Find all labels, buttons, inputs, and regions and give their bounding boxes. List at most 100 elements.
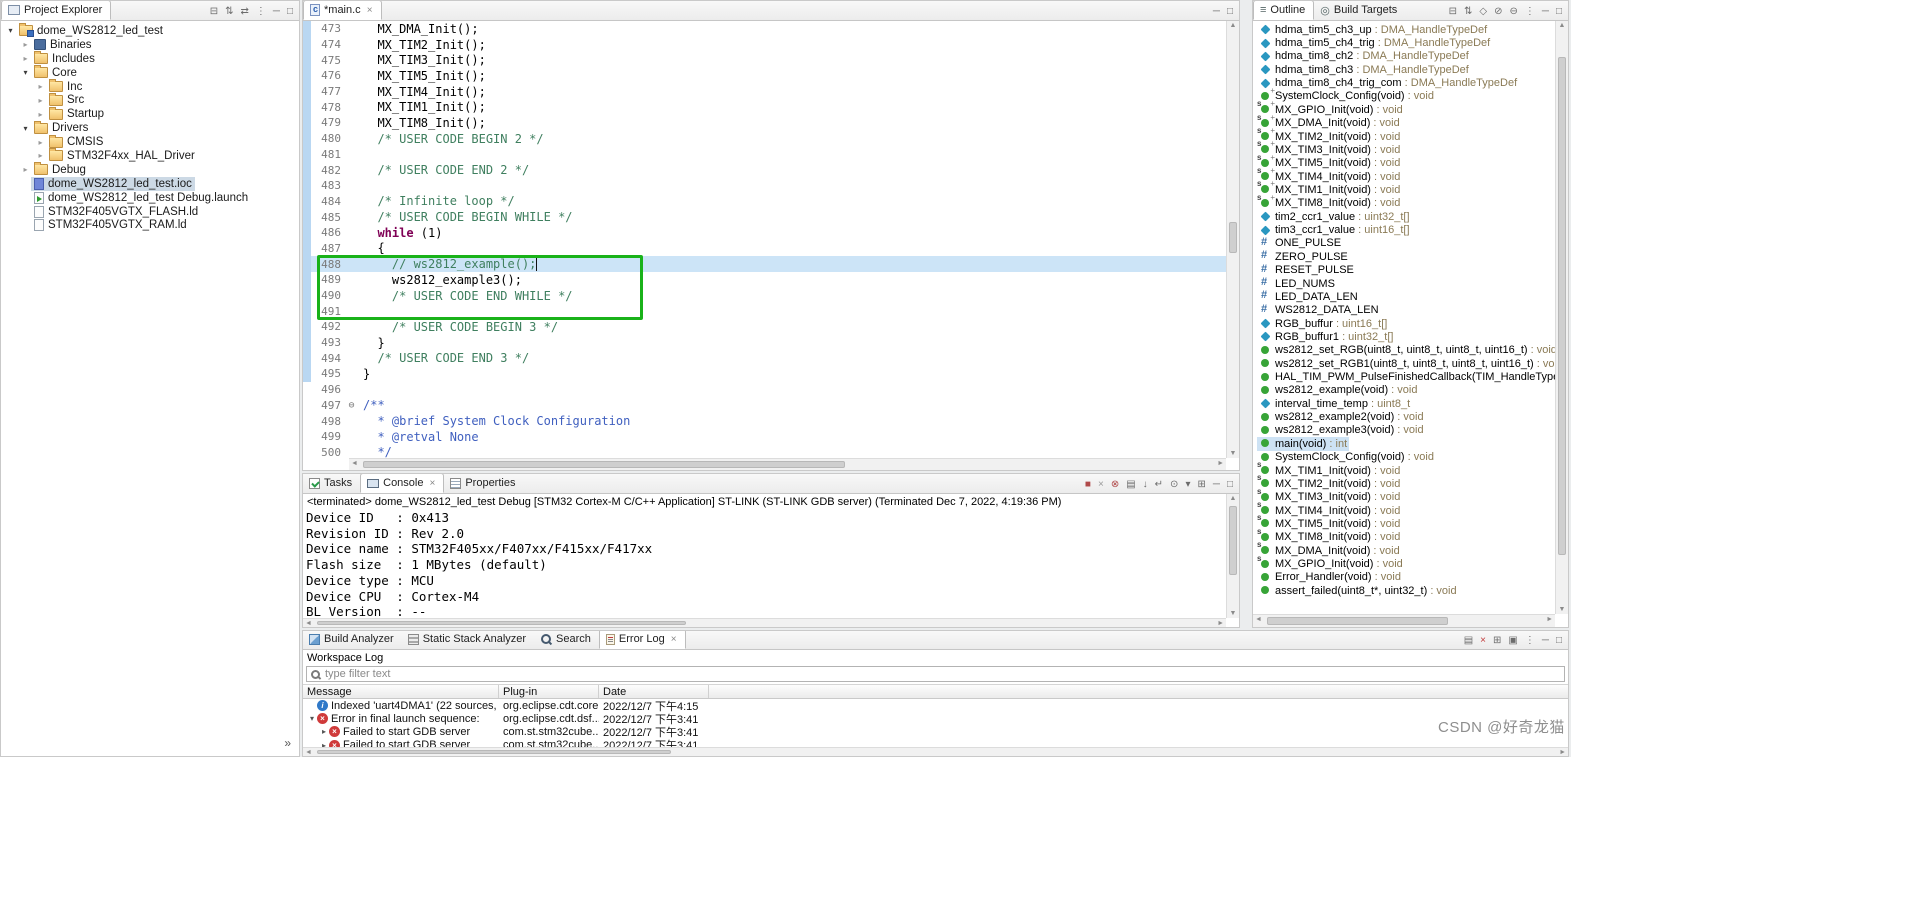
scroll-down-icon[interactable]: ▼ xyxy=(1556,606,1568,613)
line-number[interactable]: 496 xyxy=(311,383,345,396)
maximize-icon[interactable]: □ xyxy=(1556,7,1562,17)
line-number[interactable]: 486 xyxy=(311,226,345,239)
outline-item[interactable]: ws2812_example(void) : void xyxy=(1253,384,1555,397)
line-number[interactable]: 480 xyxy=(311,132,345,145)
tree-item[interactable]: ▸Startup xyxy=(1,107,299,121)
log-row[interactable]: ▸×Failed to start GDB servercom.st.stm32… xyxy=(303,725,1568,738)
tab-console[interactable]: Console × xyxy=(360,473,444,493)
outline-item[interactable]: HAL_TIM_PWM_PulseFinishedCallback(TIM_Ha… xyxy=(1253,370,1555,383)
tab-tasks[interactable]: Tasks xyxy=(303,473,360,493)
code-line[interactable]: 494 /* USER CODE END 3 */ xyxy=(303,350,1226,366)
scroll-left-icon[interactable]: ◄ xyxy=(351,460,358,467)
log-row[interactable]: ▾×Error in final launch sequence:org.ecl… xyxy=(303,712,1568,725)
scrollbar-thumb[interactable] xyxy=(1229,506,1237,574)
tree-item[interactable]: ▾Drivers xyxy=(1,121,299,135)
console-output[interactable]: Device ID : 0x413Revision ID : Rev 2.0De… xyxy=(303,510,1239,620)
tab-build-analyzer[interactable]: Build Analyzer xyxy=(303,630,402,649)
line-number[interactable]: 492 xyxy=(311,320,345,333)
code-line[interactable]: 481 xyxy=(303,147,1226,163)
code-line[interactable]: 482 /* USER CODE END 2 */ xyxy=(303,162,1226,178)
line-number[interactable]: 484 xyxy=(311,195,345,208)
tree-item[interactable]: STM32F405VGTX_FLASH.ld xyxy=(1,205,299,219)
outline-item[interactable]: hdma_tim8_ch2 : DMA_HandleTypeDef xyxy=(1253,50,1555,63)
scroll-left-icon[interactable]: ◄ xyxy=(1255,616,1262,623)
perspective-overflow-marker[interactable]: » xyxy=(284,736,291,750)
line-number[interactable]: 497 xyxy=(311,399,345,412)
line-number[interactable]: 495 xyxy=(311,367,345,380)
outline-item[interactable]: MX_GPIO_Init(void) : void xyxy=(1253,557,1555,570)
line-number[interactable]: 498 xyxy=(311,415,345,428)
line-number[interactable]: 499 xyxy=(311,430,345,443)
hide-non-public-icon[interactable]: ⊖ xyxy=(1509,7,1517,17)
code-line[interactable]: 476 MX_TIM5_Init(); xyxy=(303,68,1226,84)
code-line[interactable]: 496 xyxy=(303,382,1226,398)
link-editor-icon[interactable]: ⇄ xyxy=(240,7,248,17)
outline-item[interactable]: assert_failed(uint8_t*, uint32_t) : void xyxy=(1253,584,1555,597)
outline-item[interactable]: ONE_PULSE xyxy=(1253,237,1555,250)
scroll-left-icon[interactable]: ◄ xyxy=(305,749,312,756)
tab-static-stack-analyzer[interactable]: Static Stack Analyzer xyxy=(402,630,534,649)
scrollbar-thumb[interactable] xyxy=(317,750,671,754)
scroll-right-icon[interactable]: ► xyxy=(1546,616,1553,623)
clear-console-icon[interactable]: ▤ xyxy=(1126,480,1135,490)
code-line[interactable]: 483 xyxy=(303,178,1226,194)
scroll-lock-icon[interactable]: ↓ xyxy=(1143,480,1148,490)
terminate-icon[interactable]: ■ xyxy=(1085,480,1091,490)
tree-item[interactable]: dome_WS2812_led_test Debug.launch xyxy=(1,191,299,205)
tree-item[interactable]: ▸Inc xyxy=(1,80,299,94)
outline-item[interactable]: MX_TIM4_Init(void) : void xyxy=(1253,504,1555,517)
line-number[interactable]: 491 xyxy=(311,305,345,318)
outline-item[interactable]: +MX_TIM2_Init(void) : void xyxy=(1253,130,1555,143)
line-number[interactable]: 483 xyxy=(311,179,345,192)
line-number[interactable]: 478 xyxy=(311,101,345,114)
line-number[interactable]: 487 xyxy=(311,242,345,255)
bottom-hscrollbar[interactable]: ◄ ► xyxy=(303,747,1568,756)
open-console-icon[interactable]: ⊞ xyxy=(1197,480,1205,490)
filters-icon[interactable]: ⇅ xyxy=(225,7,233,17)
scrollbar-thumb[interactable] xyxy=(1558,57,1566,555)
hide-fields-icon[interactable]: ◇ xyxy=(1479,7,1487,17)
log-row[interactable]: iIndexed 'uart4DMA1' (22 sources, 1(org.… xyxy=(303,699,1568,712)
scrollbar-thumb[interactable] xyxy=(1229,222,1237,253)
code-line[interactable]: 485 /* USER CODE BEGIN WHILE */ xyxy=(303,209,1226,225)
word-wrap-icon[interactable]: ↵ xyxy=(1155,480,1163,490)
outline-item[interactable]: MX_DMA_Init(void) : void xyxy=(1253,544,1555,557)
scroll-right-icon[interactable]: ► xyxy=(1217,460,1224,467)
view-menu-icon[interactable]: ⋮ xyxy=(1525,7,1535,17)
outline-item[interactable]: MX_TIM5_Init(void) : void xyxy=(1253,517,1555,530)
column-header-message[interactable]: Message xyxy=(303,685,499,698)
code-line[interactable]: 488 // ws2812_example(); xyxy=(303,256,1226,272)
line-number[interactable]: 475 xyxy=(311,54,345,67)
fold-collapse-icon[interactable]: ⊖ xyxy=(345,400,358,411)
tab-project-explorer[interactable]: Project Explorer xyxy=(1,0,111,20)
chevron-collapsed-icon[interactable]: ▸ xyxy=(20,40,31,49)
minimize-icon[interactable]: ─ xyxy=(1542,636,1549,646)
code-line[interactable]: 486 while (1) xyxy=(303,225,1226,241)
line-number[interactable]: 488 xyxy=(311,258,345,271)
code-line[interactable]: 479 MX_TIM8_Init(); xyxy=(303,115,1226,131)
outline-item[interactable]: +MX_DMA_Init(void) : void xyxy=(1253,117,1555,130)
minimize-icon[interactable]: ─ xyxy=(1542,7,1549,17)
open-log-icon[interactable]: ⊞ xyxy=(1493,636,1501,646)
outline-item[interactable]: hdma_tim8_ch4_trig_com : DMA_HandleTypeD… xyxy=(1253,76,1555,89)
maximize-icon[interactable]: □ xyxy=(287,7,293,17)
outline-item[interactable]: WS2812_DATA_LEN xyxy=(1253,304,1555,317)
tree-item[interactable]: ▸CMSIS xyxy=(1,135,299,149)
outline-item[interactable]: Error_Handler(void) : void xyxy=(1253,571,1555,584)
tree-item[interactable]: ▸STM32F4xx_HAL_Driver xyxy=(1,149,299,163)
scroll-up-icon[interactable]: ▲ xyxy=(1227,22,1239,29)
chevron-collapsed-icon[interactable]: ▸ xyxy=(35,110,46,119)
scroll-left-icon[interactable]: ◄ xyxy=(305,620,312,627)
tab-build-targets[interactable]: ◎ Build Targets xyxy=(1314,0,1405,20)
line-number[interactable]: 493 xyxy=(311,336,345,349)
chevron-collapsed-icon[interactable]: ▸ xyxy=(20,165,31,174)
outline-item[interactable]: ws2812_example3(void) : void xyxy=(1253,424,1555,437)
outline-item[interactable]: RGB_buffur : uint16_t[] xyxy=(1253,317,1555,330)
scroll-up-icon[interactable]: ▲ xyxy=(1556,22,1568,29)
hide-static-icon[interactable]: ⊘ xyxy=(1494,7,1502,17)
sort-icon[interactable]: ⇅ xyxy=(1464,7,1472,17)
line-number[interactable]: 473 xyxy=(311,22,345,35)
minimize-icon[interactable]: ─ xyxy=(273,7,280,17)
maximize-icon[interactable]: □ xyxy=(1556,636,1562,646)
line-number[interactable]: 481 xyxy=(311,148,345,161)
